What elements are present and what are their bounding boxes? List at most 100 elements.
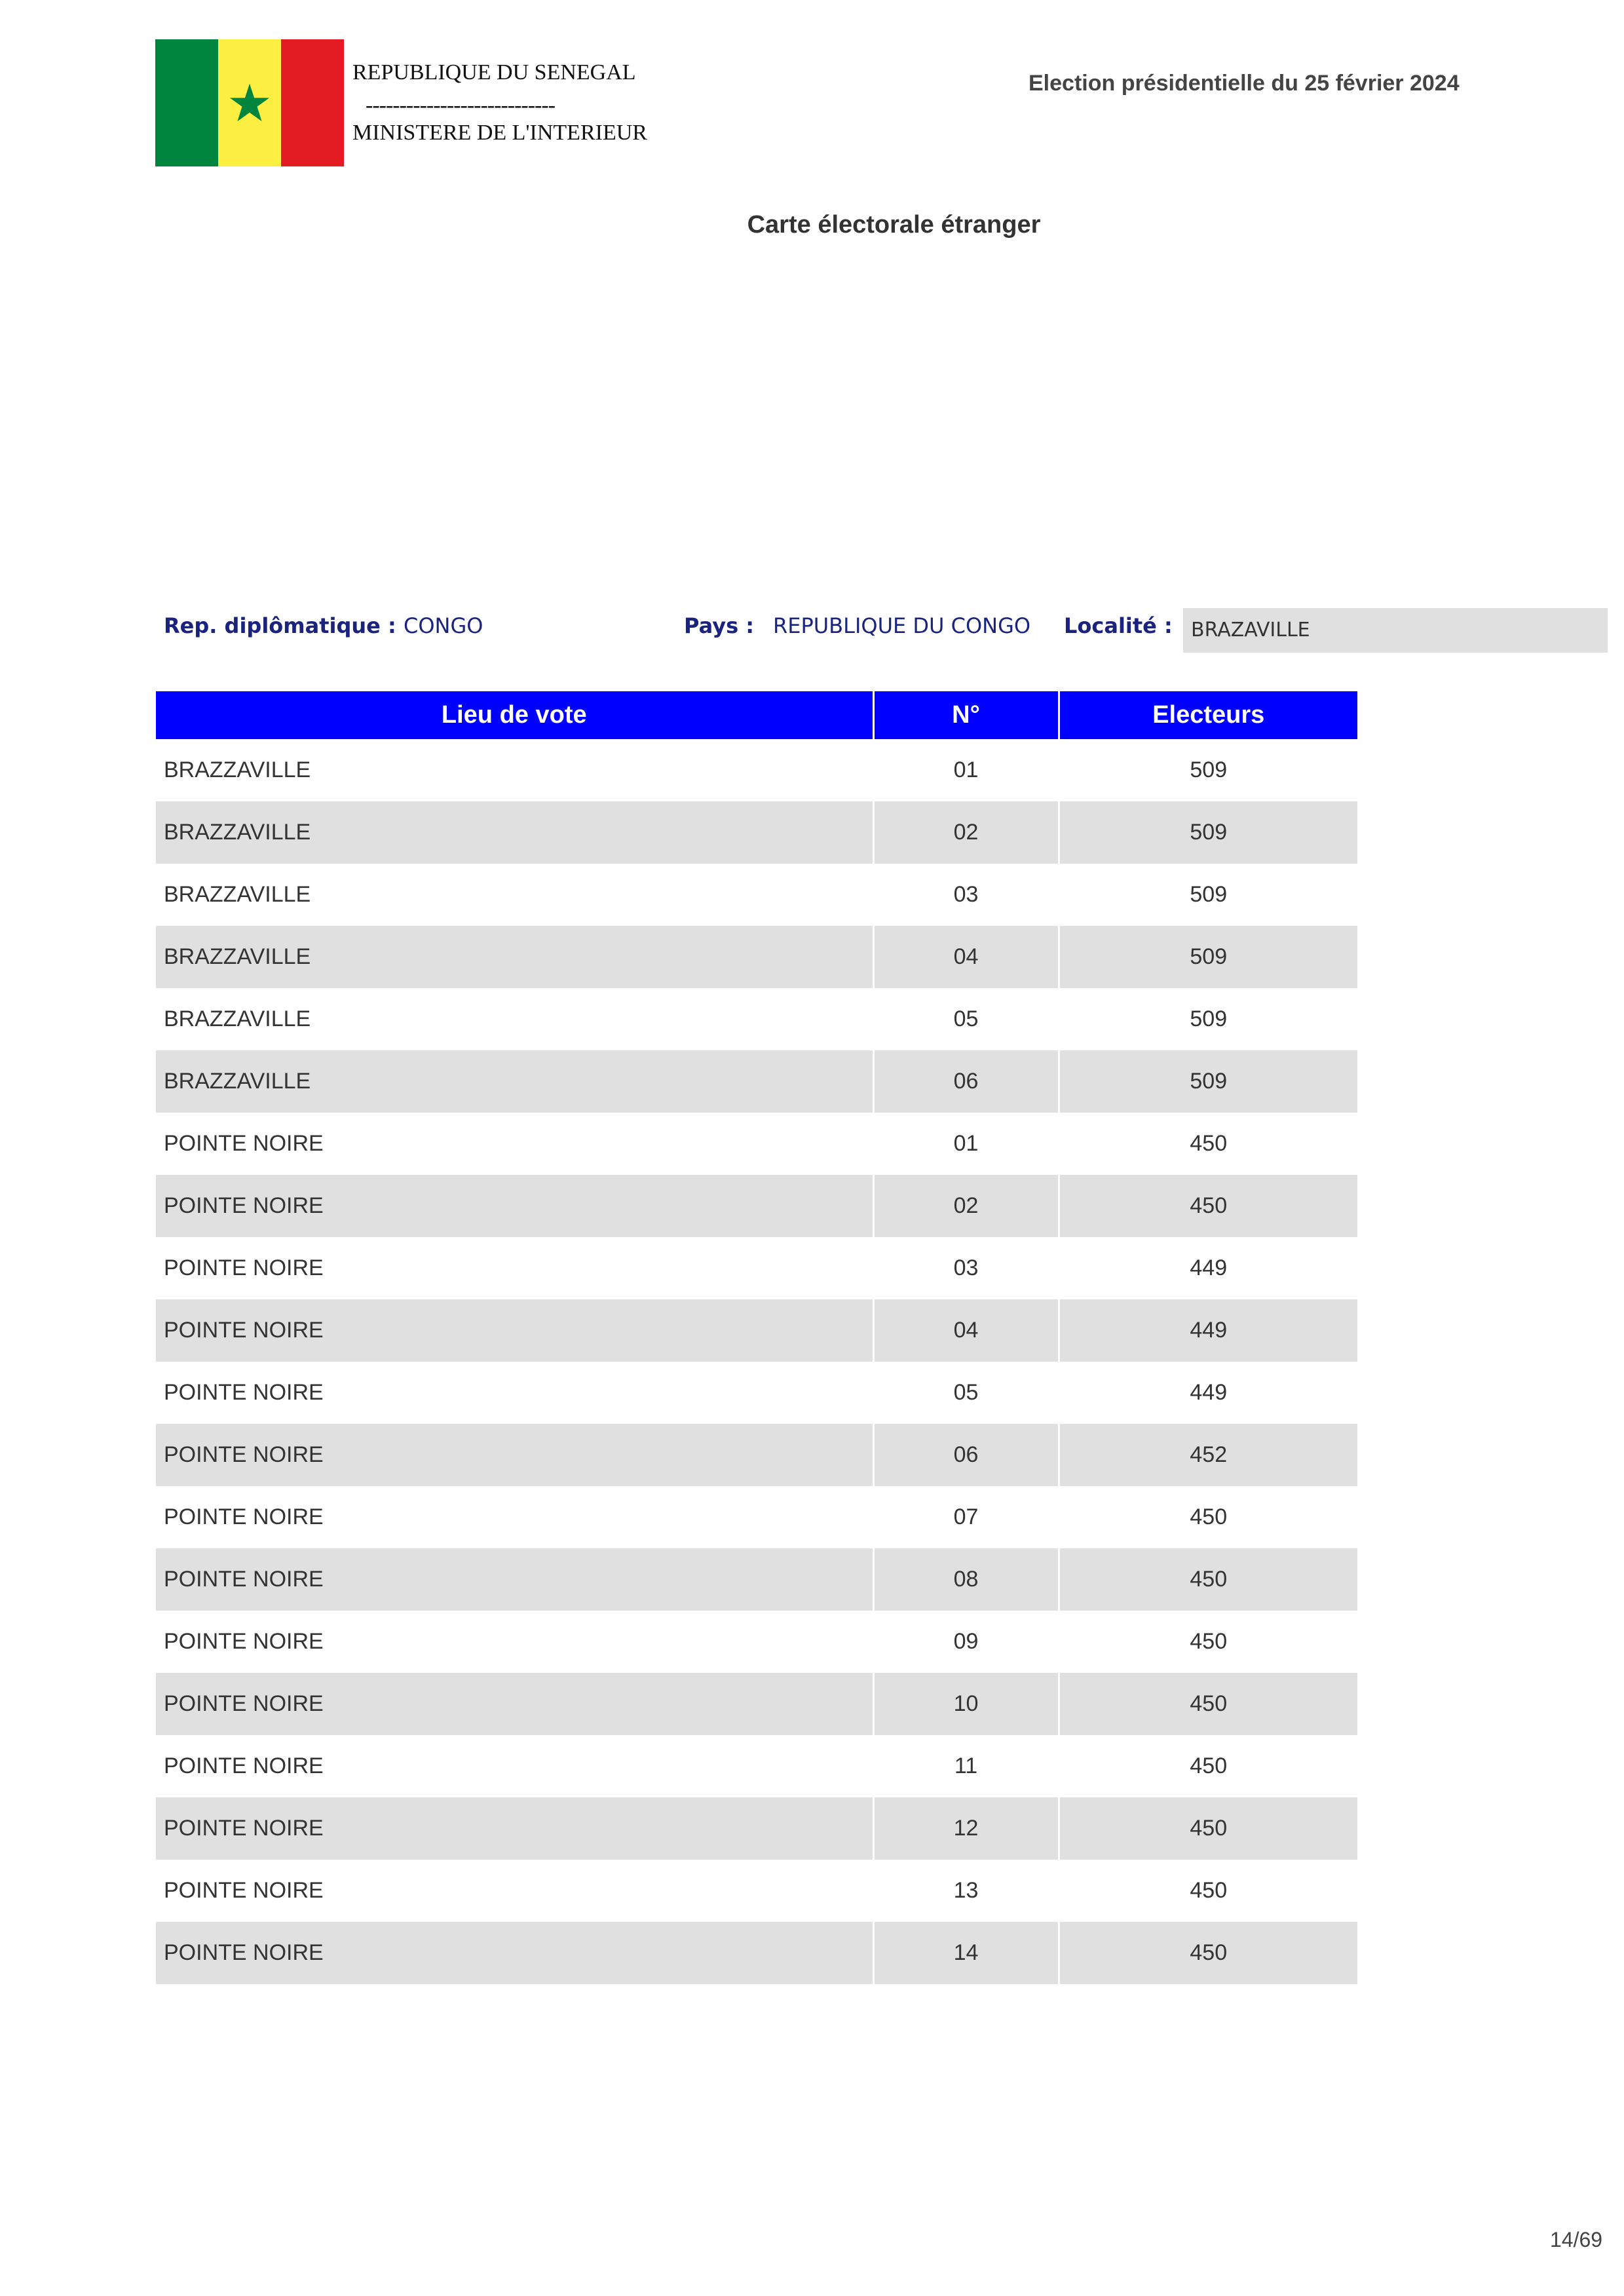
table-row: POINTE NOIRE 04 449: [156, 1299, 1357, 1362]
cell-electeurs: 450: [1190, 1753, 1228, 1778]
cell-electeurs: 450: [1190, 1131, 1228, 1156]
cell-electeurs: 509: [1190, 882, 1228, 907]
cell-numero: 12: [873, 1797, 1060, 1860]
table-row: POINTE NOIRE 13 450: [156, 1860, 1357, 1922]
table-row: POINTE NOIRE 03 449: [156, 1237, 1357, 1299]
table-row: POINTE NOIRE 14 450: [156, 1922, 1357, 1984]
cell-electeurs: 509: [1059, 1050, 1357, 1113]
cell-numero: 01: [873, 739, 1060, 801]
cell-electeurs: 450: [1190, 1878, 1228, 1903]
cell-lieu: BRAZZAVILLE: [156, 988, 875, 1050]
rep-diplomatique-value: CONGO: [404, 613, 483, 638]
cell-numero: 05: [873, 1362, 1060, 1424]
cell-numero: 05: [873, 988, 1060, 1050]
table-row: POINTE NOIRE 02 450: [156, 1175, 1357, 1237]
flag-band-yellow: [218, 39, 281, 166]
table-row: POINTE NOIRE 01 450: [156, 1113, 1357, 1175]
table-header-row: Lieu de vote N° Electeurs: [156, 691, 1357, 739]
cell-electeurs: 450: [1059, 1673, 1357, 1735]
table-row: POINTE NOIRE 06 452: [156, 1424, 1357, 1486]
cell-lieu: POINTE NOIRE: [156, 1113, 875, 1175]
cell-numero: 11: [873, 1735, 1060, 1797]
header-separator: ----------------------------: [366, 93, 556, 117]
cell-lieu: POINTE NOIRE: [156, 1797, 875, 1860]
ministry-name: MINISTERE DE L'INTERIEUR: [352, 121, 647, 145]
table-row: POINTE NOIRE 08 450: [156, 1548, 1357, 1611]
cell-numero: 07: [873, 1486, 1060, 1548]
cell-electeurs: 449: [1190, 1380, 1228, 1405]
cell-lieu: POINTE NOIRE: [156, 1860, 875, 1922]
cell-numero: 03: [873, 1237, 1060, 1299]
voting-table: Lieu de vote N° Electeurs BRAZZAVILLE 01 5…: [156, 691, 1357, 1984]
cell-electeurs: 450: [1059, 1797, 1357, 1860]
cell-lieu: BRAZZAVILLE: [156, 1050, 875, 1113]
senegal-flag: [155, 39, 344, 166]
cell-numero: 09: [873, 1611, 1060, 1673]
table-row: POINTE NOIRE 09 450: [156, 1611, 1357, 1673]
cell-numero: 10: [873, 1673, 1060, 1735]
rep-diplomatique-label: Rep. diplômatique :: [164, 613, 396, 638]
cell-lieu: POINTE NOIRE: [156, 1922, 875, 1984]
cell-electeurs: 450: [1190, 1629, 1228, 1654]
cell-lieu: POINTE NOIRE: [156, 1673, 875, 1735]
cell-lieu: POINTE NOIRE: [156, 1735, 875, 1797]
cell-numero: 06: [873, 1424, 1060, 1486]
flag-band-red: [281, 39, 344, 166]
cell-numero: 13: [873, 1860, 1060, 1922]
cell-electeurs: 450: [1190, 1504, 1228, 1529]
cell-electeurs: 509: [1059, 801, 1357, 864]
republic-name: REPUBLIQUE DU SENEGAL: [352, 60, 636, 85]
cell-lieu: POINTE NOIRE: [156, 1548, 875, 1611]
table-row: POINTE NOIRE 11 450: [156, 1735, 1357, 1797]
table-row: POINTE NOIRE 07 450: [156, 1486, 1357, 1548]
page-number: 14/69: [1550, 2228, 1603, 2251]
column-header-electeurs: Electeurs: [1059, 691, 1357, 739]
localite-value: BRAZAVILLE: [1183, 608, 1608, 653]
election-title: Election présidentielle du 25 février 20…: [1029, 71, 1460, 96]
column-header-numero: N°: [873, 691, 1060, 739]
cell-numero: 14: [873, 1922, 1060, 1984]
cell-numero: 04: [873, 1299, 1060, 1362]
cell-electeurs: 452: [1059, 1424, 1357, 1486]
cell-numero: 08: [873, 1548, 1060, 1611]
cell-numero: 03: [873, 864, 1060, 926]
pays-value: REPUBLIQUE DU CONGO: [773, 613, 1031, 638]
document-title: Carte électorale étranger: [747, 211, 1041, 239]
cell-lieu: BRAZZAVILLE: [156, 926, 875, 988]
cell-numero: 02: [873, 801, 1060, 864]
table-row: BRAZZAVILLE 06 509: [156, 1050, 1357, 1113]
table-row: BRAZZAVILLE 05 509: [156, 988, 1357, 1050]
cell-electeurs: 450: [1059, 1922, 1357, 1984]
table-row: BRAZZAVILLE 01 509: [156, 739, 1357, 801]
pays-label: Pays :: [684, 613, 755, 638]
cell-lieu: POINTE NOIRE: [156, 1611, 875, 1673]
cell-lieu: POINTE NOIRE: [156, 1175, 875, 1237]
cell-lieu: POINTE NOIRE: [156, 1299, 875, 1362]
table-row: POINTE NOIRE 05 449: [156, 1362, 1357, 1424]
cell-lieu: BRAZZAVILLE: [156, 864, 875, 926]
flag-band-green: [155, 39, 218, 166]
cell-numero: 01: [873, 1113, 1060, 1175]
table-row: POINTE NOIRE 10 450: [156, 1673, 1357, 1735]
cell-electeurs: 509: [1190, 1006, 1228, 1031]
star-icon: [229, 83, 270, 122]
cell-lieu: POINTE NOIRE: [156, 1424, 875, 1486]
column-header-lieu: Lieu de vote: [156, 691, 875, 739]
cell-electeurs: 450: [1059, 1548, 1357, 1611]
table-row: BRAZZAVILLE 04 509: [156, 926, 1357, 988]
cell-lieu: BRAZZAVILLE: [156, 739, 875, 801]
cell-electeurs: 509: [1190, 757, 1228, 782]
cell-lieu: POINTE NOIRE: [156, 1486, 875, 1548]
cell-electeurs: 509: [1059, 926, 1357, 988]
localite-label: Localité :: [1064, 613, 1173, 638]
cell-electeurs: 449: [1059, 1299, 1357, 1362]
cell-lieu: POINTE NOIRE: [156, 1362, 875, 1424]
cell-lieu: BRAZZAVILLE: [156, 801, 875, 864]
cell-lieu: POINTE NOIRE: [156, 1237, 875, 1299]
table-row: BRAZZAVILLE 03 509: [156, 864, 1357, 926]
cell-electeurs: 449: [1190, 1255, 1228, 1280]
cell-electeurs: 450: [1059, 1175, 1357, 1237]
table-row: BRAZZAVILLE 02 509: [156, 801, 1357, 864]
cell-numero: 06: [873, 1050, 1060, 1113]
cell-numero: 02: [873, 1175, 1060, 1237]
